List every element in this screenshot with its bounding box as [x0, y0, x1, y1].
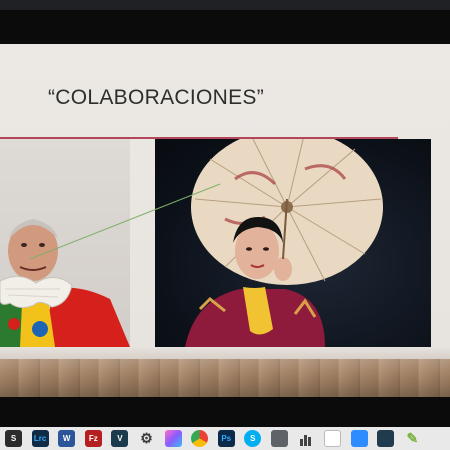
brush-app-icon[interactable]: ✎ [404, 430, 421, 447]
clown-photo [0, 139, 130, 347]
photoshop-icon[interactable]: Ps [217, 430, 235, 447]
camera-icon[interactable] [270, 430, 288, 447]
lightroom-classic-icon[interactable]: Lrc [31, 430, 49, 447]
store-icon[interactable]: S [5, 430, 22, 447]
wooden-floor [0, 359, 450, 397]
filezilla-icon[interactable]: Fz [84, 430, 102, 447]
window-top-bar [0, 0, 450, 10]
document-icon[interactable] [324, 430, 342, 447]
parasol-photo [155, 139, 431, 347]
letterbox-bottom [0, 397, 450, 427]
screen-share-icon[interactable] [377, 430, 395, 447]
floor-edge [0, 347, 450, 359]
chart-app-icon[interactable] [298, 430, 315, 447]
word-icon[interactable]: W [58, 430, 76, 447]
presentation-slide: “COLABORACIONES” [0, 44, 450, 397]
chrome-icon[interactable] [191, 430, 209, 447]
v-app-icon[interactable]: V [111, 430, 129, 447]
settings-gear-icon[interactable]: ⚙ [138, 430, 155, 447]
skype-icon[interactable]: S [244, 430, 262, 447]
zoom-icon[interactable] [350, 430, 368, 447]
slide-title: “COLABORACIONES” [48, 86, 264, 109]
letterbox-top [0, 10, 450, 44]
taskbar: S Lrc W Fz V ⚙ Ps S ✎ [0, 427, 450, 450]
paint-app-icon[interactable] [164, 430, 182, 447]
